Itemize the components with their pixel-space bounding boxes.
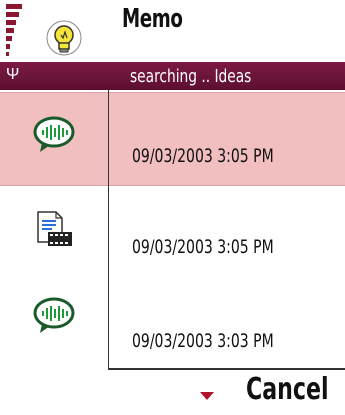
antenna-icon: Ψ <box>6 66 20 83</box>
memo-date: 09/03/2003 3:03 PM <box>132 330 274 352</box>
lightbulb-icon <box>44 18 84 58</box>
signal-strength-icon <box>6 4 28 62</box>
softkey-bar: Cancel <box>0 370 345 415</box>
memo-list: 09/03/2003 3:05 PM 09/03/2003 3:05 PM 09… <box>0 90 345 370</box>
voice-memo-icon <box>32 296 78 336</box>
header: Memo <box>0 0 345 62</box>
memo-date: 09/03/2003 3:05 PM <box>132 236 274 258</box>
phone-screen: Memo Ψ searching .. Ideas 09/03/2003 3:0… <box>0 0 345 415</box>
list-item-selected[interactable]: 09/03/2003 3:05 PM <box>0 92 345 186</box>
list-item[interactable]: 09/03/2003 3:03 PM <box>0 276 345 368</box>
list-divider-vertical <box>108 90 109 370</box>
memo-date: 09/03/2003 3:05 PM <box>132 145 274 167</box>
down-arrow-icon <box>200 392 214 400</box>
search-status-bar: Ψ searching .. Ideas <box>0 62 345 90</box>
page-title: Memo <box>122 4 183 34</box>
cancel-softkey[interactable]: Cancel <box>246 372 329 407</box>
list-item[interactable]: 09/03/2003 3:05 PM <box>0 186 345 278</box>
video-document-icon <box>32 210 78 250</box>
voice-memo-icon <box>32 115 78 155</box>
search-status-text: searching .. Ideas <box>130 66 252 87</box>
